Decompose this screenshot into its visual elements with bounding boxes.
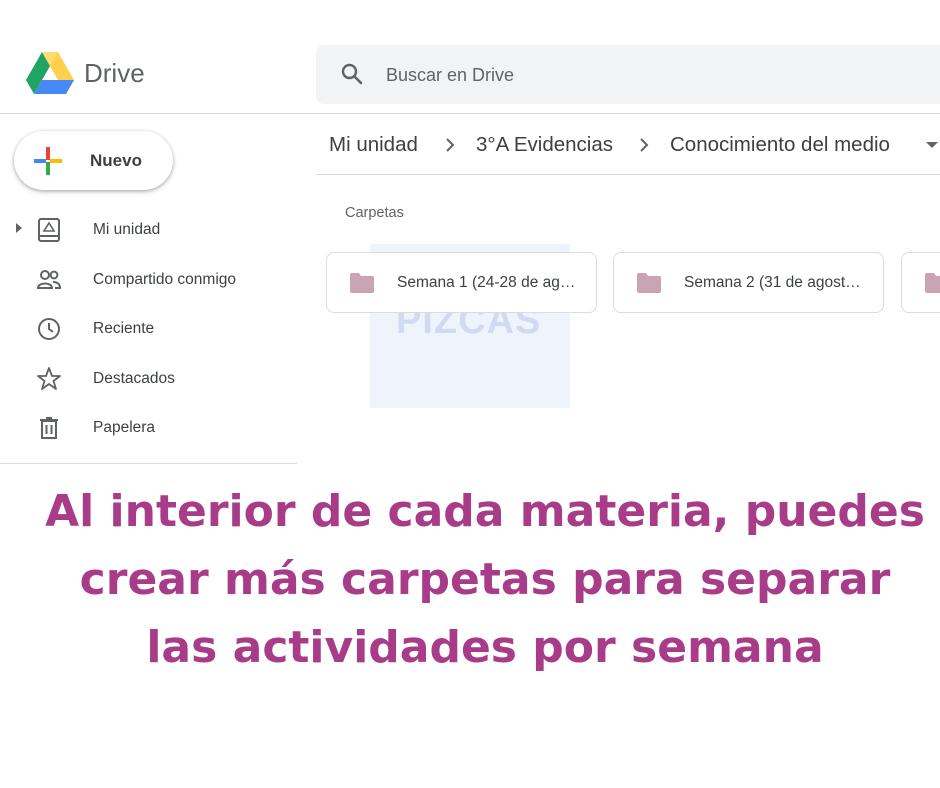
my-drive-icon	[38, 218, 60, 242]
folder-card[interactable]: Semana 1 (24-28 de ag…	[326, 252, 597, 313]
sidebar-item-trash[interactable]: Papelera	[0, 403, 297, 453]
sidebar-item-starred[interactable]: Destacados	[0, 354, 297, 404]
caption-line: Al interior de cada materia, puedes	[45, 486, 925, 537]
folder-icon	[925, 273, 940, 293]
sidebar-nav: Mi unidad Compartido conmigo Reciente De…	[0, 205, 297, 453]
section-title-folders: Carpetas	[345, 205, 404, 221]
chevron-right-icon	[446, 138, 455, 152]
search-input[interactable]	[386, 55, 906, 95]
sidebar-item-label: Destacados	[93, 369, 175, 387]
sidebar-item-shared[interactable]: Compartido conmigo	[0, 255, 297, 305]
folder-card[interactable]: Semana 2 (31 de agost…	[613, 252, 884, 313]
folder-name: Semana 1 (24-28 de ag…	[397, 274, 576, 291]
sidebar-item-label: Reciente	[93, 320, 155, 337]
colorful-plus-icon	[34, 147, 62, 175]
trash-icon	[40, 417, 58, 439]
folder-card-partial[interactable]	[901, 252, 940, 313]
sidebar-item-recent[interactable]: Reciente	[0, 304, 297, 354]
sidebar-item-label: Papelera	[93, 419, 156, 436]
folder-icon	[637, 273, 661, 293]
new-button[interactable]: Nuevo	[14, 131, 173, 190]
top-bar: Drive	[0, 0, 940, 114]
breadcrumb: Mi unidad 3°A Evidencias Conocimiento de…	[316, 115, 940, 175]
drive-logo-icon[interactable]	[26, 52, 74, 96]
folder-icon	[350, 273, 374, 293]
caption-text: Al interior de cada materia, puedes crea…	[40, 478, 930, 682]
sidebar-divider	[0, 463, 297, 464]
clock-icon	[38, 318, 60, 340]
search-icon[interactable]	[340, 62, 364, 86]
folder-name: Semana 2 (31 de agost…	[684, 274, 861, 291]
star-icon	[37, 366, 61, 390]
shared-people-icon	[36, 269, 62, 289]
search-bar[interactable]	[316, 45, 940, 104]
caption-line: las actividades por semana	[146, 622, 824, 673]
sidebar-item-label: Compartido conmigo	[93, 270, 237, 288]
sidebar-item-label: Mi unidad	[93, 221, 161, 238]
app-title[interactable]: Drive	[84, 58, 145, 89]
breadcrumb-item-evidencias[interactable]: 3°A Evidencias	[476, 133, 613, 157]
expand-caret-icon[interactable]	[16, 223, 22, 233]
chevron-down-icon[interactable]	[926, 142, 938, 148]
breadcrumb-item-current-folder[interactable]: Conocimiento del medio	[670, 133, 890, 157]
sidebar-item-my-drive[interactable]: Mi unidad	[0, 205, 297, 255]
breadcrumb-item-my-drive[interactable]: Mi unidad	[329, 133, 418, 157]
caption-line: crear más carpetas para separar	[79, 554, 891, 605]
new-button-label: Nuevo	[90, 151, 142, 170]
chevron-right-icon	[640, 138, 649, 152]
